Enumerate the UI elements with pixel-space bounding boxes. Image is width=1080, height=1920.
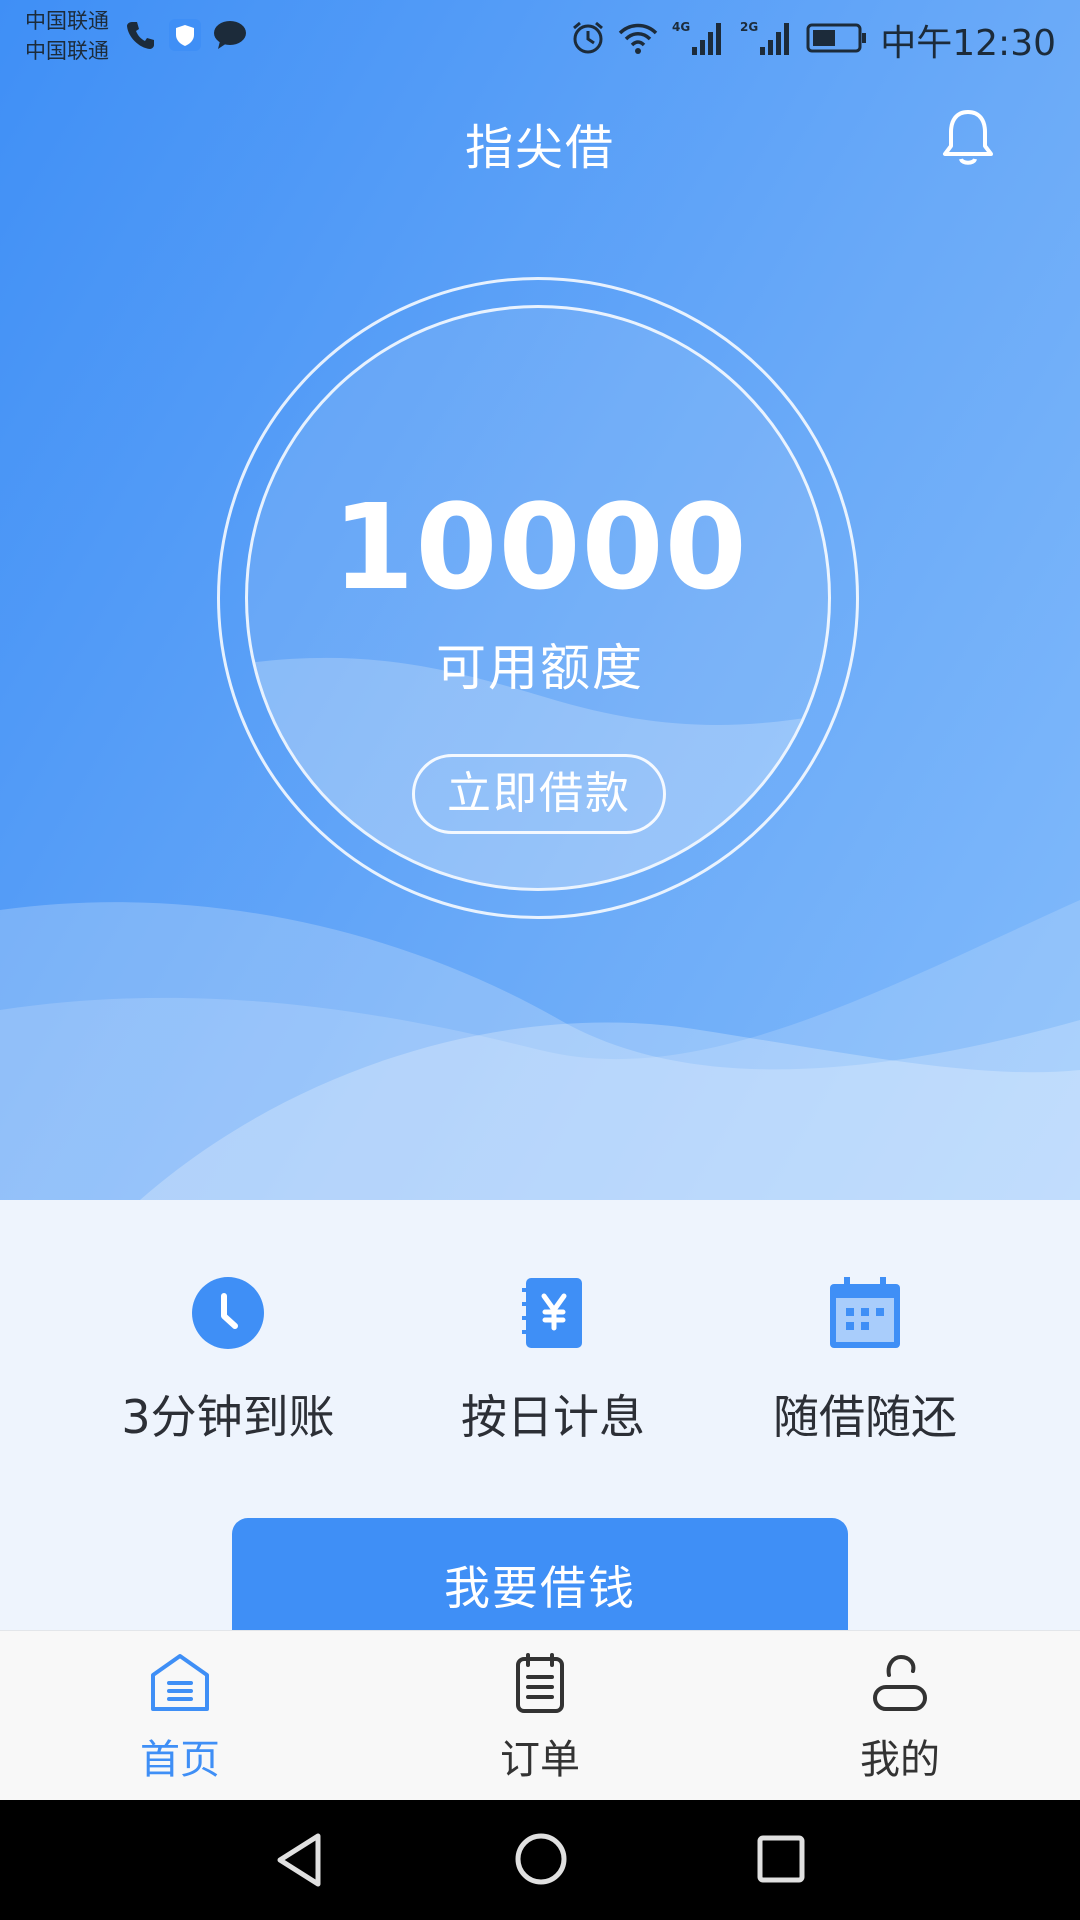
bottom-tab-bar: 首页 订单 我的 bbox=[0, 1630, 1080, 1801]
carrier-label: 中国联通 bbox=[25, 9, 109, 33]
tab-label: 首页 bbox=[140, 1737, 220, 1783]
security-shield-icon bbox=[168, 18, 202, 56]
battery-icon bbox=[806, 22, 868, 58]
yuan-notebook-icon bbox=[403, 1275, 703, 1351]
status-icons-right: 4G 2G 中午12:30 bbox=[570, 14, 1056, 66]
clock-icon bbox=[78, 1275, 378, 1351]
wave-decoration bbox=[0, 900, 1080, 1200]
calendar-icon bbox=[715, 1275, 1015, 1351]
feature-item: 按日计息 bbox=[403, 1275, 703, 1447]
svg-text:2G: 2G bbox=[740, 20, 758, 34]
svg-text:4G: 4G bbox=[672, 20, 690, 34]
bell-icon[interactable] bbox=[940, 108, 996, 172]
signal-4g-icon: 4G bbox=[670, 19, 726, 61]
tab-orders[interactable]: 订单 bbox=[440, 1651, 640, 1785]
clock-time: 中午12:30 bbox=[880, 23, 1056, 64]
feature-item: 3分钟到账 bbox=[78, 1275, 378, 1447]
system-navigation-bar bbox=[0, 1800, 1080, 1920]
order-list-icon bbox=[440, 1651, 640, 1719]
status-icons-left bbox=[124, 18, 248, 56]
app-title: 指尖借 bbox=[464, 120, 615, 176]
feature-label: 随借随还 bbox=[773, 1390, 957, 1444]
tab-label: 订单 bbox=[500, 1737, 580, 1783]
wifi-icon bbox=[618, 21, 658, 59]
tab-label: 我的 bbox=[860, 1737, 940, 1783]
tab-profile[interactable]: 我的 bbox=[800, 1651, 1000, 1785]
feature-label: 3分钟到账 bbox=[121, 1390, 335, 1444]
tab-home[interactable]: 首页 bbox=[80, 1651, 280, 1785]
status-bar: 中国联通 中国联通 4G 2G 中午12:30 bbox=[0, 0, 1080, 70]
borrow-now-button[interactable]: 立即借款 bbox=[412, 754, 666, 834]
message-icon bbox=[212, 19, 248, 55]
recents-square-icon[interactable] bbox=[756, 1834, 806, 1888]
home-circle-icon[interactable] bbox=[514, 1832, 568, 1890]
feature-item: 随借随还 bbox=[715, 1275, 1015, 1447]
credit-amount-label: 可用额度 bbox=[436, 639, 644, 697]
carrier-label: 中国联通 bbox=[25, 39, 109, 63]
signal-2g-icon: 2G bbox=[738, 19, 794, 61]
phone-icon bbox=[124, 18, 158, 56]
credit-amount: 10000 bbox=[332, 478, 748, 616]
profile-icon bbox=[800, 1651, 1000, 1719]
alarm-icon bbox=[570, 20, 606, 60]
feature-label: 按日计息 bbox=[461, 1390, 645, 1444]
back-icon[interactable] bbox=[274, 1832, 324, 1892]
home-icon bbox=[80, 1651, 280, 1719]
